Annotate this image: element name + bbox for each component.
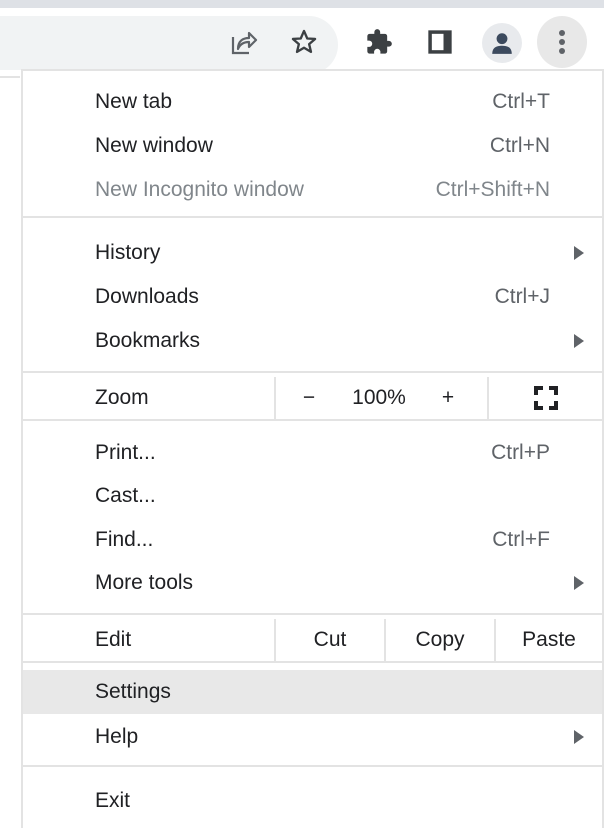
bookmark-star-icon[interactable] xyxy=(284,22,324,62)
tab-strip xyxy=(0,0,604,8)
menu-item-label: Help xyxy=(95,725,139,748)
menu-separator xyxy=(23,371,602,373)
menu-item-label: New window xyxy=(95,134,213,157)
menu-item-history[interactable]: History xyxy=(23,231,602,275)
zoom-in-button[interactable]: + xyxy=(428,375,468,421)
zoom-level: 100% xyxy=(352,386,406,409)
menu-separator xyxy=(23,419,602,421)
menu-item-label: Find... xyxy=(95,528,154,551)
menu-item-label: History xyxy=(95,241,161,264)
menu-item-label: Settings xyxy=(95,680,171,703)
edit-row: Edit Cut Copy Paste xyxy=(23,617,602,663)
menu-item-label: Bookmarks xyxy=(95,329,201,352)
menu-separator xyxy=(23,661,602,663)
menu-item-label: Print... xyxy=(95,441,156,464)
share-icon[interactable] xyxy=(224,22,264,62)
menu-item-find[interactable]: Find... Ctrl+F xyxy=(23,518,602,562)
submenu-arrow-icon xyxy=(574,246,584,260)
submenu-arrow-icon xyxy=(574,334,584,348)
menu-item-shortcut: Ctrl+T xyxy=(492,90,550,113)
menu-item-new-tab[interactable]: New tab Ctrl+T xyxy=(23,80,602,124)
menu-separator xyxy=(23,765,602,767)
fullscreen-icon xyxy=(533,386,558,410)
menu-item-cast[interactable]: Cast... xyxy=(23,474,602,518)
page-content xyxy=(0,70,22,828)
menu-item-label: More tools xyxy=(95,571,194,594)
page-divider xyxy=(0,76,20,78)
menu-item-downloads[interactable]: Downloads Ctrl+J xyxy=(23,275,602,319)
menu-item-label: New Incognito window xyxy=(95,178,304,201)
menu-item-exit[interactable]: Exit xyxy=(23,779,602,823)
menu-item-new-window[interactable]: New window Ctrl+N xyxy=(23,124,602,168)
menu-item-more-tools[interactable]: More tools xyxy=(23,561,602,605)
menu-item-settings[interactable]: Settings xyxy=(23,670,602,714)
extensions-puzzle-icon[interactable] xyxy=(359,22,399,62)
menu-item-label: Cast... xyxy=(95,484,156,507)
cut-button[interactable]: Cut xyxy=(276,617,384,663)
menu-item-label: Exit xyxy=(95,789,131,812)
menu-item-shortcut: Ctrl+Shift+N xyxy=(435,178,550,201)
more-vertical-icon[interactable] xyxy=(537,16,587,68)
menu-item-shortcut: Ctrl+J xyxy=(494,285,550,308)
menu-item-label: New tab xyxy=(95,90,173,113)
profile-avatar-icon[interactable] xyxy=(482,23,522,63)
menu-item-shortcut: Ctrl+F xyxy=(492,528,550,551)
copy-button[interactable]: Copy xyxy=(386,617,494,663)
fullscreen-button[interactable] xyxy=(489,375,602,421)
zoom-row: Zoom − 100% + xyxy=(23,375,602,421)
zoom-label: Zoom xyxy=(95,386,149,409)
menu-item-print[interactable]: Print... Ctrl+P xyxy=(23,431,602,475)
edit-label: Edit xyxy=(95,628,132,651)
menu-item-shortcut: Ctrl+N xyxy=(489,134,550,157)
submenu-arrow-icon xyxy=(574,576,584,590)
zoom-divider xyxy=(274,377,276,419)
side-panel-icon[interactable] xyxy=(420,22,460,62)
chrome-main-menu: New tab Ctrl+T New window Ctrl+N New Inc… xyxy=(21,69,604,828)
menu-item-help[interactable]: Help xyxy=(23,715,602,759)
menu-item-new-incognito-window[interactable]: New Incognito window Ctrl+Shift+N xyxy=(23,168,602,212)
menu-separator xyxy=(23,613,602,615)
zoom-out-button[interactable]: − xyxy=(289,375,329,421)
menu-item-shortcut: Ctrl+P xyxy=(491,441,550,464)
menu-separator xyxy=(23,216,602,218)
paste-button[interactable]: Paste xyxy=(496,617,602,663)
menu-item-bookmarks[interactable]: Bookmarks xyxy=(23,319,602,363)
submenu-arrow-icon xyxy=(574,730,584,744)
menu-item-label: Downloads xyxy=(95,285,199,308)
